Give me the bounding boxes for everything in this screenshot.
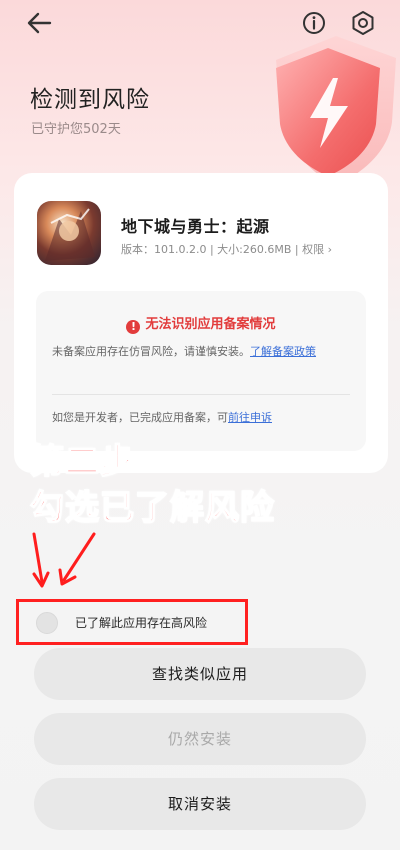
back-button[interactable] (24, 8, 56, 38)
page-title: 检测到风险 (30, 87, 150, 113)
checkbox-label: 已了解此应用存在高风险 (75, 616, 208, 630)
install-anyway-button[interactable]: 仍然安装 (34, 713, 366, 765)
alert-icon: ! (126, 320, 141, 334)
app-icon (37, 201, 101, 265)
find-similar-app-button[interactable]: 查找类似应用 (34, 648, 366, 700)
shield-lightning-icon (276, 36, 396, 186)
annotation-arrows (32, 532, 96, 588)
appeal-link[interactable]: 前往申诉 (228, 411, 272, 424)
cancel-install-button[interactable]: 取消安装 (34, 778, 366, 830)
protection-days: 已守护您502天 (31, 122, 121, 137)
risk-acknowledge-checkbox[interactable]: 已了解此应用存在高风险 (16, 599, 248, 645)
warning-title: ! 无法识别应用备案情况 (36, 313, 366, 334)
app-name: 地下城与勇士：起源 (121, 217, 270, 236)
back-arrow-icon (27, 12, 52, 34)
warning-box: ! 无法识别应用备案情况 未备案应用存在仿冒风险，请谨慎安装。了解备案政策 如您是… (36, 291, 366, 451)
checkbox-circle[interactable] (36, 612, 58, 634)
app-risk-card: 地下城与勇士：起源 版本：101.0.2.0 | 大小:260.6MB | 权限… (14, 173, 388, 473)
divider (52, 394, 350, 395)
filing-policy-link[interactable]: 了解备案政策 (250, 345, 316, 358)
app-meta[interactable]: 版本：101.0.2.0 | 大小:260.6MB | 权限 › (121, 241, 332, 257)
warning-text: 未备案应用存在仿冒风险，请谨慎安装。了解备案政策 (52, 345, 316, 358)
developer-text: 如您是开发者，已完成应用备案，可前往申诉 (52, 411, 272, 424)
annotation-instruction: 勾选已了解风险 (29, 487, 275, 529)
annotation-step: 第二步 (29, 441, 135, 483)
